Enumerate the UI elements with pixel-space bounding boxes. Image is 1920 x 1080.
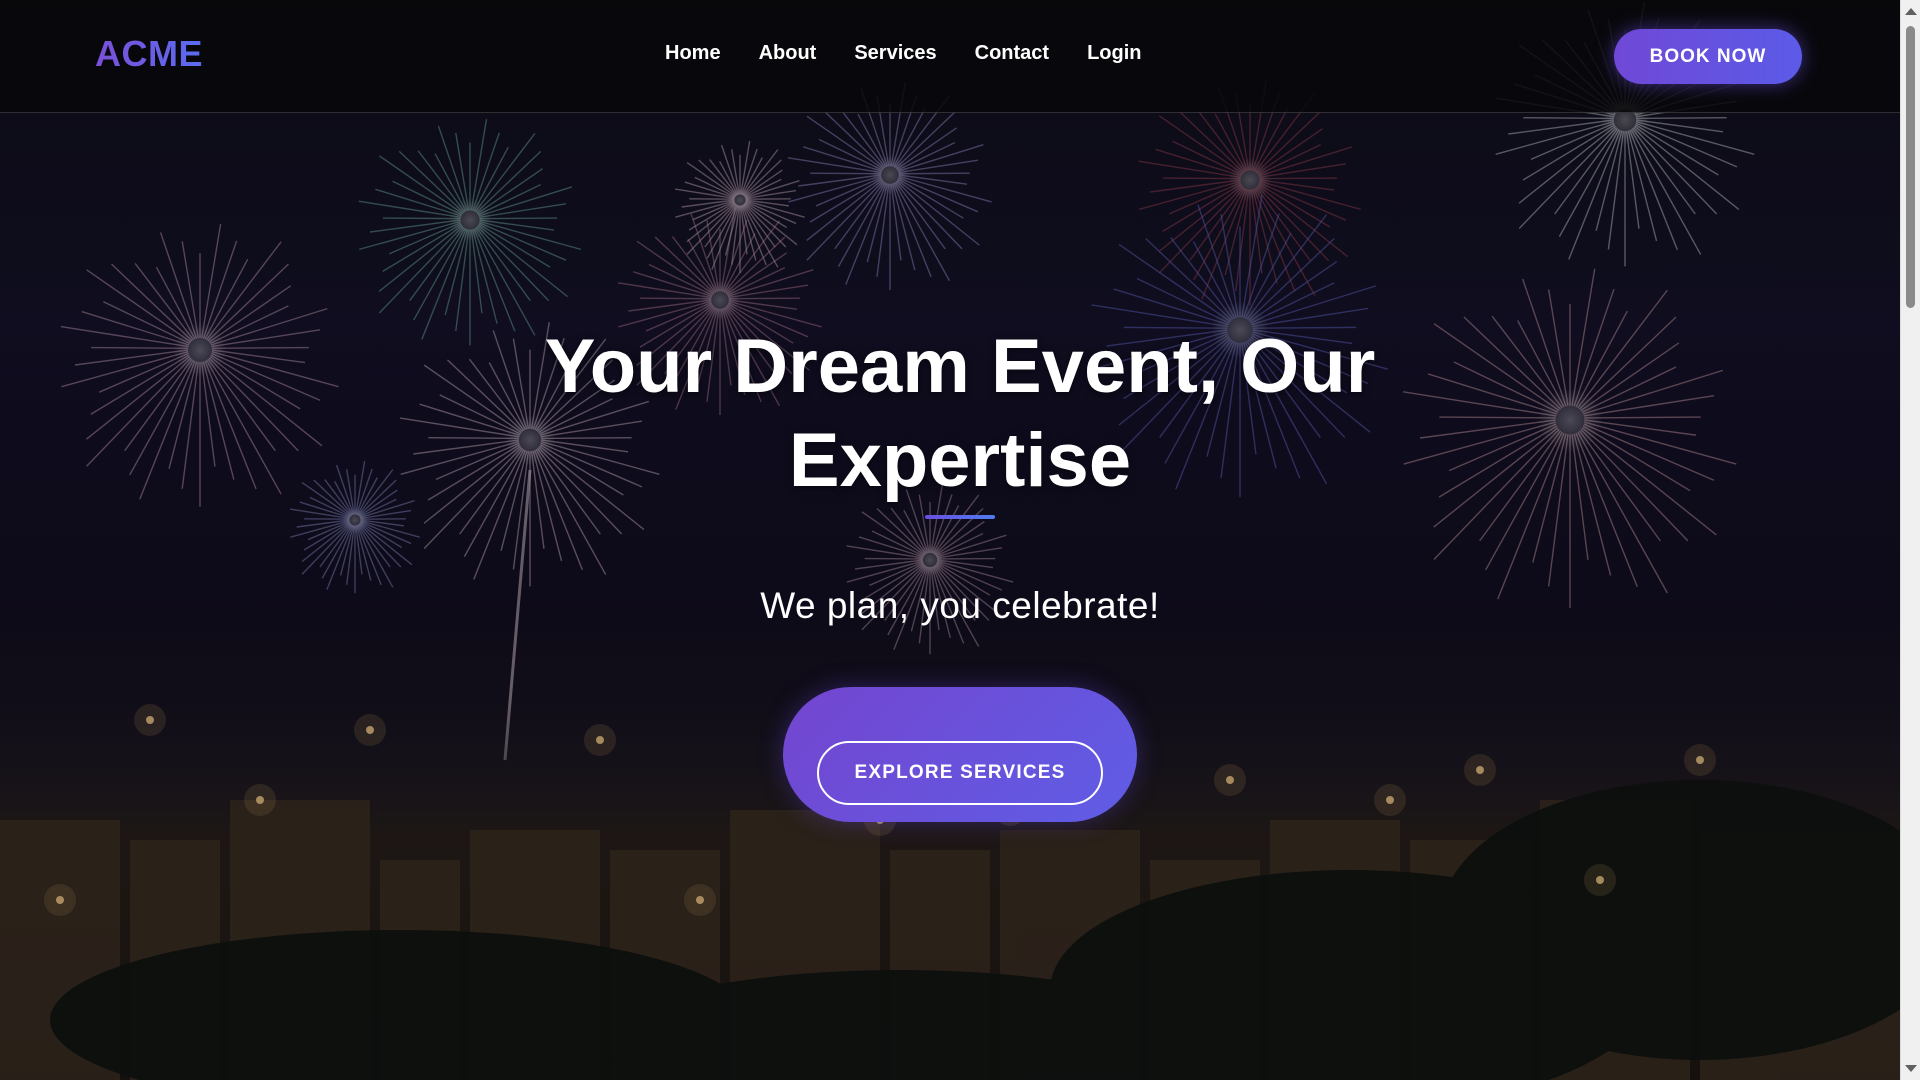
hero-title: Your Dream Event, Our Expertise <box>544 324 1376 503</box>
site-header: ACME Home About Services Contact Login B… <box>0 0 1900 113</box>
hero-subtitle: We plan, you celebrate! <box>760 585 1160 626</box>
nav-about[interactable]: About <box>759 42 817 65</box>
hero-cta-container: EXPLORE SERVICES <box>783 687 1137 822</box>
nav-login[interactable]: Login <box>1087 42 1141 65</box>
hero-background-image <box>0 0 1900 1080</box>
scroll-thumb[interactable] <box>1906 26 1915 308</box>
scroll-up-arrow-icon[interactable] <box>1905 8 1917 15</box>
explore-services-button[interactable]: EXPLORE SERVICES <box>817 741 1103 805</box>
book-now-button[interactable]: BOOK NOW <box>1614 29 1802 84</box>
nav-home[interactable]: Home <box>665 42 721 65</box>
nav-services[interactable]: Services <box>854 42 936 65</box>
title-underline <box>925 515 995 519</box>
fireworks-background <box>0 0 1900 1080</box>
main-nav: Home About Services Contact Login <box>665 42 1142 65</box>
logo[interactable]: ACME <box>95 33 203 75</box>
nav-contact[interactable]: Contact <box>975 42 1049 65</box>
scroll-down-arrow-icon[interactable] <box>1905 1065 1917 1072</box>
page: ACME Home About Services Contact Login B… <box>0 0 1920 1080</box>
vertical-scrollbar[interactable] <box>1900 0 1920 1080</box>
